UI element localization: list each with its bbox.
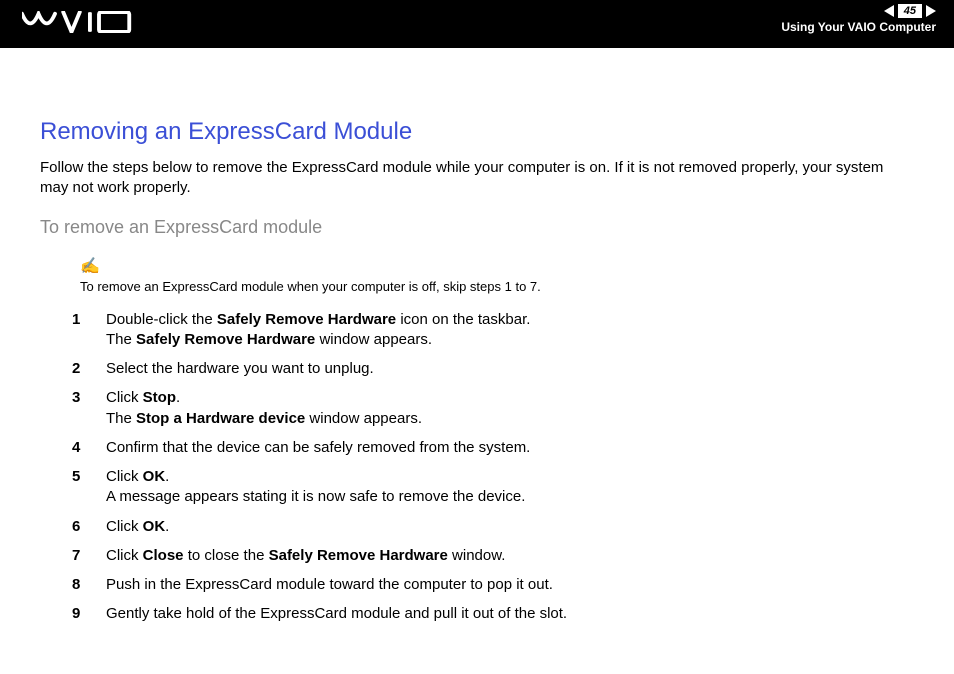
step-item: 2Select the hardware you want to unplug. — [72, 359, 914, 379]
step-body: Gently take hold of the ExpressCard modu… — [106, 604, 914, 624]
step-item: 1Double-click the Safely Remove Hardware… — [72, 310, 914, 351]
header-right: 45 Using Your VAIO Computer — [781, 4, 936, 34]
next-page-arrow-icon[interactable] — [926, 5, 936, 17]
page-nav: 45 — [781, 4, 936, 18]
step-number: 3 — [72, 388, 106, 429]
step-number: 5 — [72, 467, 106, 508]
prev-page-arrow-icon[interactable] — [884, 5, 894, 17]
page-title: Removing an ExpressCard Module — [40, 118, 914, 146]
step-item: 8Push in the ExpressCard module toward t… — [72, 575, 914, 595]
step-body: Click Stop.The Stop a Hardware device wi… — [106, 388, 914, 429]
step-body: Select the hardware you want to unplug. — [106, 359, 914, 379]
step-body: Click Close to close the Safely Remove H… — [106, 546, 914, 566]
steps-list: 1Double-click the Safely Remove Hardware… — [72, 310, 914, 625]
step-body: Click OK.A message appears stating it is… — [106, 467, 914, 508]
page-content: Removing an ExpressCard Module Follow th… — [0, 48, 954, 654]
page-header: 45 Using Your VAIO Computer — [0, 0, 954, 48]
step-body: Push in the ExpressCard module toward th… — [106, 575, 914, 595]
step-number: 7 — [72, 546, 106, 566]
subtitle: To remove an ExpressCard module — [40, 217, 914, 238]
step-item: 7Click Close to close the Safely Remove … — [72, 546, 914, 566]
step-number: 1 — [72, 310, 106, 351]
step-body: Confirm that the device can be safely re… — [106, 438, 914, 458]
step-number: 9 — [72, 604, 106, 624]
step-number: 6 — [72, 517, 106, 537]
step-number: 4 — [72, 438, 106, 458]
note-icon: ✍ — [80, 256, 914, 276]
step-item: 5Click OK.A message appears stating it i… — [72, 467, 914, 508]
step-item: 3Click Stop.The Stop a Hardware device w… — [72, 388, 914, 429]
note-block: ✍ To remove an ExpressCard module when y… — [80, 256, 914, 296]
page-number: 45 — [898, 4, 922, 18]
step-item: 6Click OK. — [72, 517, 914, 537]
step-item: 4Confirm that the device can be safely r… — [72, 438, 914, 458]
vaio-logo — [22, 10, 132, 34]
intro-paragraph: Follow the steps below to remove the Exp… — [40, 158, 914, 199]
step-item: 9Gently take hold of the ExpressCard mod… — [72, 604, 914, 624]
note-text: To remove an ExpressCard module when you… — [80, 279, 541, 294]
section-label: Using Your VAIO Computer — [781, 20, 936, 34]
step-number: 2 — [72, 359, 106, 379]
step-number: 8 — [72, 575, 106, 595]
step-body: Click OK. — [106, 517, 914, 537]
step-body: Double-click the Safely Remove Hardware … — [106, 310, 914, 351]
